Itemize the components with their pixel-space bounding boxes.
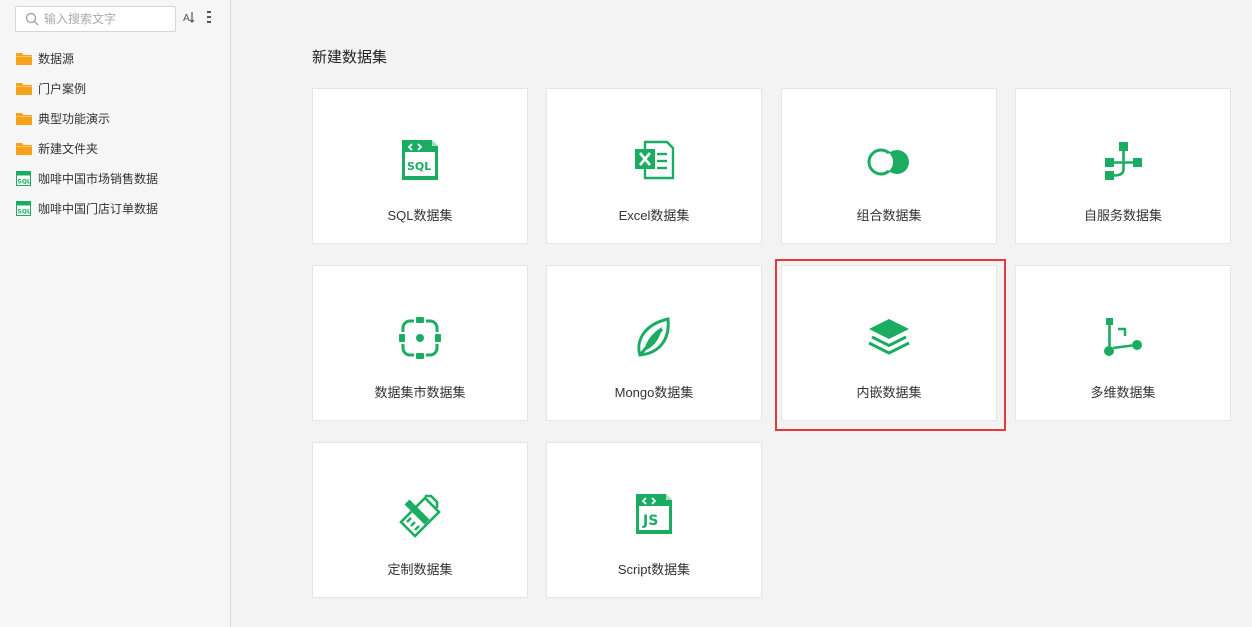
- multidimensional-icon: [1098, 315, 1148, 365]
- tree-item-coffee-market-sales[interactable]: SQL 咖啡中国市场销售数据: [16, 168, 158, 188]
- card-label: Mongo数据集: [614, 385, 694, 400]
- folder-icon: [16, 110, 32, 126]
- card-self-service-dataset[interactable]: 自服务数据集: [1015, 88, 1231, 244]
- card-datamart-dataset[interactable]: 数据集市数据集: [312, 265, 528, 421]
- search-icon: [25, 12, 39, 26]
- excel-icon: [629, 138, 679, 188]
- search-box[interactable]: [15, 6, 176, 32]
- sql-dataset-icon: SQL: [16, 200, 32, 216]
- card-label: 自服务数据集: [1083, 208, 1162, 223]
- self-service-icon: [1098, 138, 1148, 188]
- tree-item-label: 新建文件夹: [38, 141, 99, 156]
- folder-icon: [16, 50, 32, 66]
- mongo-leaf-icon: [629, 315, 679, 365]
- datamart-icon: [395, 315, 445, 365]
- card-label: Script数据集: [617, 562, 691, 577]
- tree-item-label: 门户案例: [38, 81, 87, 96]
- card-multidimensional-dataset[interactable]: 多维数据集: [1015, 265, 1231, 421]
- tree-item-portal-cases[interactable]: 门户案例: [16, 78, 86, 98]
- layers-icon: [864, 315, 914, 365]
- tree-item-label: 数据源: [38, 51, 75, 66]
- tree-item-datasource[interactable]: 数据源: [16, 48, 74, 68]
- svg-text:SQL: SQL: [18, 178, 31, 185]
- card-combined-dataset[interactable]: 组合数据集: [781, 88, 997, 244]
- sql-dataset-icon: SQL: [16, 170, 32, 186]
- sidebar: A 数据源 门户案例 典型功能演示 新建文件夹 SQL 咖啡中国市场销售数据: [0, 0, 231, 627]
- card-label: 多维数据集: [1090, 385, 1156, 400]
- card-mongo-dataset[interactable]: Mongo数据集: [546, 265, 762, 421]
- tree-item-feature-demo[interactable]: 典型功能演示: [16, 108, 110, 128]
- search-input[interactable]: [44, 10, 169, 28]
- tree-item-label: 典型功能演示: [38, 111, 111, 126]
- card-sql-dataset[interactable]: SQL SQL数据集: [312, 88, 528, 244]
- card-label: 定制数据集: [387, 562, 453, 577]
- svg-text:SQL: SQL: [18, 208, 31, 215]
- card-embedded-dataset[interactable]: 内嵌数据集: [781, 265, 997, 421]
- sort-icon[interactable]: A: [183, 10, 197, 24]
- tree-item-new-folder[interactable]: 新建文件夹: [16, 138, 98, 158]
- card-label: 内嵌数据集: [856, 385, 922, 400]
- card-script-dataset[interactable]: JS Script数据集: [546, 442, 762, 598]
- card-label: 数据集市数据集: [374, 385, 466, 400]
- card-custom-dataset[interactable]: 定制数据集: [312, 442, 528, 598]
- combine-icon: [864, 138, 914, 188]
- svg-text:SQL: SQL: [407, 160, 431, 173]
- sql-icon: SQL: [395, 138, 445, 188]
- tree-item-label: 咖啡中国市场销售数据: [38, 171, 159, 186]
- page-title: 新建数据集: [312, 49, 388, 66]
- card-excel-dataset[interactable]: Excel数据集: [546, 88, 762, 244]
- folder-icon: [16, 80, 32, 96]
- card-label: Excel数据集: [618, 208, 690, 223]
- card-label: SQL数据集: [387, 208, 453, 223]
- script-js-icon: JS: [629, 492, 679, 542]
- svg-text:A: A: [183, 13, 190, 24]
- more-vertical-icon[interactable]: [205, 10, 213, 24]
- custom-pencil-icon: [395, 492, 445, 542]
- svg-text:JS: JS: [642, 513, 658, 529]
- card-label: 组合数据集: [856, 208, 922, 223]
- folder-icon: [16, 140, 32, 156]
- tree-item-label: 咖啡中国门店订单数据: [38, 201, 159, 216]
- tree-item-coffee-store-orders[interactable]: SQL 咖啡中国门店订单数据: [16, 198, 158, 218]
